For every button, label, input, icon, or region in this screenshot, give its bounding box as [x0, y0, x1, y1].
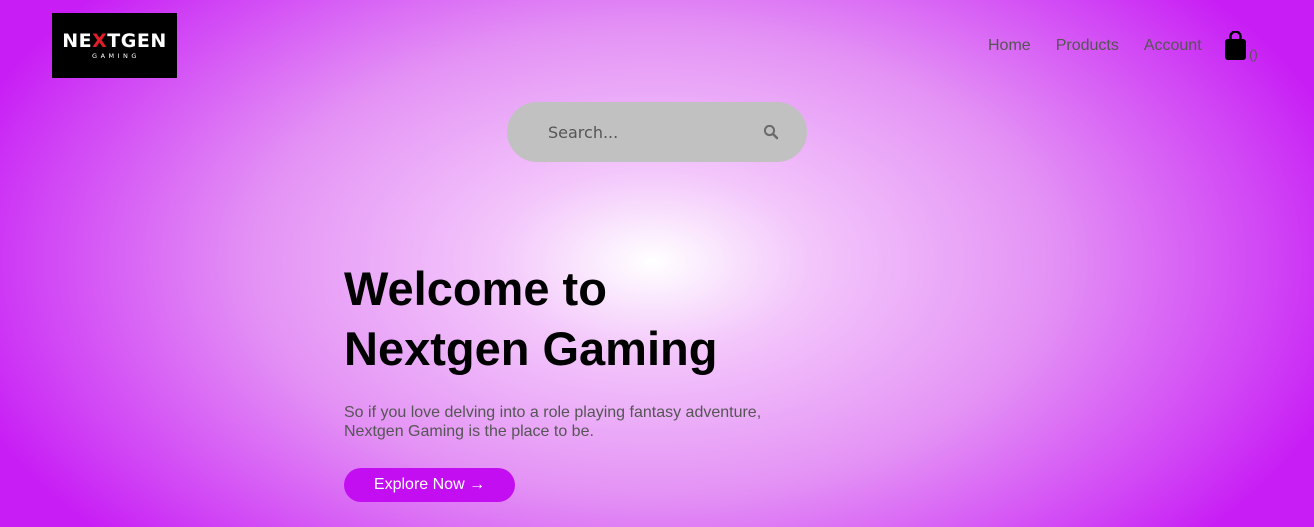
search-icon[interactable]	[763, 124, 779, 140]
hero-description-line-2: Nextgen Gaming is the place to be.	[344, 423, 594, 440]
logo-text-post: TGEN	[107, 30, 167, 52]
main-nav: Home Products Account	[988, 37, 1202, 55]
brand-logo[interactable]: NEXTGEN GAMING	[52, 13, 177, 78]
hero-title-line-2: Nextgen Gaming	[344, 322, 718, 375]
logo-subtitle: GAMING	[92, 52, 140, 60]
logo-text-x: X	[92, 30, 108, 52]
hero-description-line-1: So if you love delving into a role playi…	[344, 404, 762, 421]
hero-title: Welcome to Nextgen Gaming	[344, 259, 804, 379]
logo-text-pre: NE	[62, 30, 93, 52]
hero-description: So if you love delving into a role playi…	[344, 403, 784, 441]
logo-wordmark: NEXTGEN	[62, 31, 166, 51]
nav-link-account[interactable]: Account	[1144, 37, 1202, 55]
search-input[interactable]	[546, 121, 763, 143]
cart-count: ()	[1249, 47, 1258, 62]
hero-title-line-1: Welcome to	[344, 262, 607, 315]
explore-now-button[interactable]: Explore Now →	[344, 468, 515, 502]
nav-link-products[interactable]: Products	[1056, 37, 1119, 55]
shopping-bag-icon	[1225, 31, 1246, 60]
cart-button[interactable]: ()	[1225, 31, 1258, 62]
search-bar	[507, 102, 807, 162]
nav-link-home[interactable]: Home	[988, 37, 1031, 55]
